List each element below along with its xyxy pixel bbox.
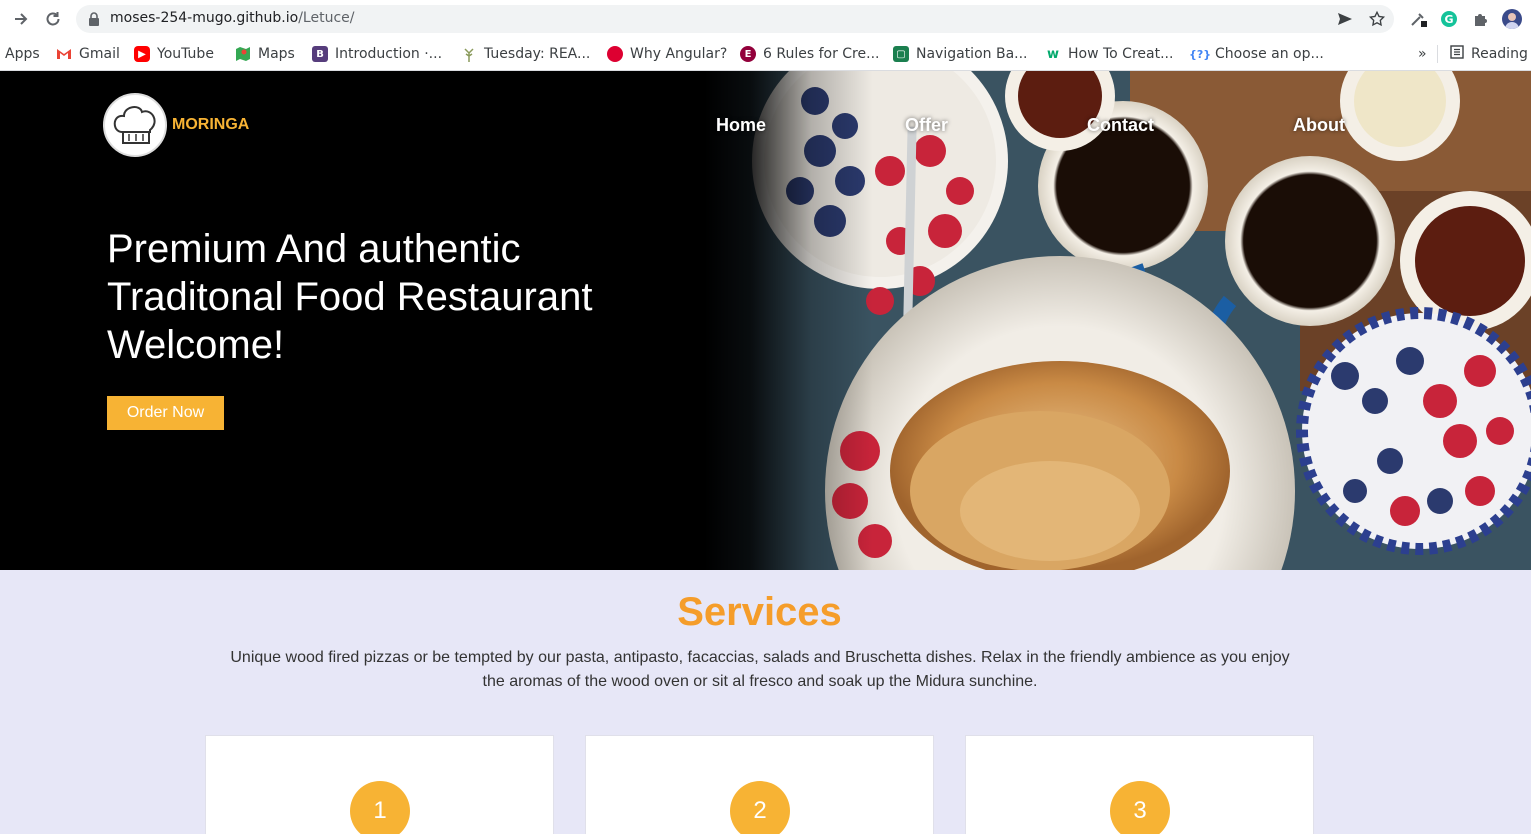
eyedropper-extension-icon[interactable] [1408, 9, 1428, 29]
url-host: moses-254-mugo.github.io [110, 10, 299, 26]
svg-text:G: G [1444, 13, 1453, 26]
service-number-badge: 3 [1110, 781, 1170, 834]
bookmark-label: Choose an op... [1215, 46, 1324, 62]
bookmark-choose-an-option[interactable]: {?} Choose an op... [1188, 43, 1324, 65]
bookmark-label: Tuesday: REA... [484, 46, 591, 62]
bookmark-introduction[interactable]: B Introduction ·... [312, 43, 442, 65]
gmail-icon [56, 46, 72, 62]
maps-icon [235, 46, 251, 62]
bookmark-label: Maps [258, 46, 295, 62]
bookmark-tuesday[interactable]: Tuesday: REA... [461, 43, 590, 65]
hero-heading-line-3: Welcome! [107, 323, 285, 367]
hero-heading-line-1: Premium And authentic [107, 227, 521, 271]
tree-icon [461, 46, 477, 62]
service-card-3: 3 [965, 735, 1314, 834]
hero-heading-line-2: Traditonal Food Restaurant [107, 275, 593, 319]
grammarly-icon[interactable]: G [1439, 9, 1459, 29]
nav-link-about[interactable]: About [1293, 115, 1345, 136]
overflow-chevron-icon: » [1418, 46, 1427, 62]
bookmark-apps[interactable]: Apps [5, 43, 40, 65]
bookmark-how-to-create[interactable]: w How To Creat... [1045, 43, 1173, 65]
send-icon[interactable] [1335, 9, 1355, 29]
bookmark-label: Navigation Ba... [916, 46, 1028, 62]
hero-heading: Premium And authentic Traditonal Food Re… [107, 225, 667, 369]
profile-avatar-icon[interactable] [1502, 9, 1522, 29]
bookmark-gmail[interactable]: Gmail [56, 43, 120, 65]
bookmarks-overflow-button[interactable]: » [1418, 43, 1427, 65]
url-text[interactable]: moses-254-mugo.github.io/Letuce/ [110, 10, 354, 26]
service-number-badge: 1 [350, 781, 410, 834]
green-box-icon: ▢ [893, 46, 909, 62]
lock-icon[interactable] [88, 12, 100, 31]
bookmark-6-rules[interactable]: E 6 Rules for Cre... [740, 43, 879, 65]
service-card-1: 1 [205, 735, 554, 834]
braces-icon: {?} [1188, 46, 1212, 62]
bookmark-label: YouTube [157, 46, 214, 62]
elementor-icon: E [740, 46, 756, 62]
browser-toolbar: moses-254-mugo.github.io/Letuce/ G [0, 0, 1531, 38]
bookmark-label: Gmail [79, 46, 120, 62]
bookmark-maps[interactable]: Maps [235, 43, 295, 65]
bookmark-label: Why Angular? [630, 46, 728, 62]
nav-link-contact[interactable]: Contact [1087, 115, 1154, 136]
star-icon[interactable] [1367, 9, 1387, 29]
bookmark-label: 6 Rules for Cre... [763, 46, 880, 62]
bookmarks-bar: Apps Gmail ▶ YouTube Maps B Introduction… [0, 38, 1531, 71]
reading-list-icon [1450, 45, 1464, 63]
chef-hat-logo[interactable] [103, 93, 167, 157]
services-heading: Services [677, 590, 842, 634]
service-card-2: 2 [585, 735, 934, 834]
order-now-button[interactable]: Order Now [107, 396, 224, 430]
bookmark-label: Apps [5, 46, 40, 62]
hero-section: MORINGA Home Offer Contact About Premium… [0, 71, 1531, 570]
puzzle-extensions-icon[interactable] [1471, 9, 1491, 29]
nav-link-home[interactable]: Home [716, 115, 766, 136]
youtube-icon: ▶ [134, 46, 150, 62]
bookmark-navigation-bar[interactable]: ▢ Navigation Ba... [893, 43, 1028, 65]
reading-list-label: Reading [1471, 46, 1528, 62]
brand-name[interactable]: MORINGA [172, 116, 249, 134]
bookmark-why-angular[interactable]: Why Angular? [607, 43, 727, 65]
url-path: /Letuce/ [298, 10, 355, 26]
bookmark-youtube[interactable]: ▶ YouTube [134, 43, 214, 65]
bootstrap-icon: B [312, 46, 328, 62]
bookmarks-divider [1437, 45, 1438, 63]
service-number-badge: 2 [730, 781, 790, 834]
bookmark-label: How To Creat... [1068, 46, 1174, 62]
forward-arrow-icon[interactable] [10, 8, 32, 30]
chef-hat-icon [113, 106, 156, 144]
bookmark-label: Introduction ·... [335, 46, 443, 62]
w3-icon: w [1045, 46, 1061, 62]
reload-icon[interactable] [42, 8, 64, 30]
nav-link-offer[interactable]: Offer [905, 115, 948, 136]
services-description: Unique wood fired pizzas or be tempted b… [230, 649, 1290, 690]
reading-list-button[interactable]: Reading [1450, 43, 1528, 65]
angular-icon [607, 46, 623, 62]
